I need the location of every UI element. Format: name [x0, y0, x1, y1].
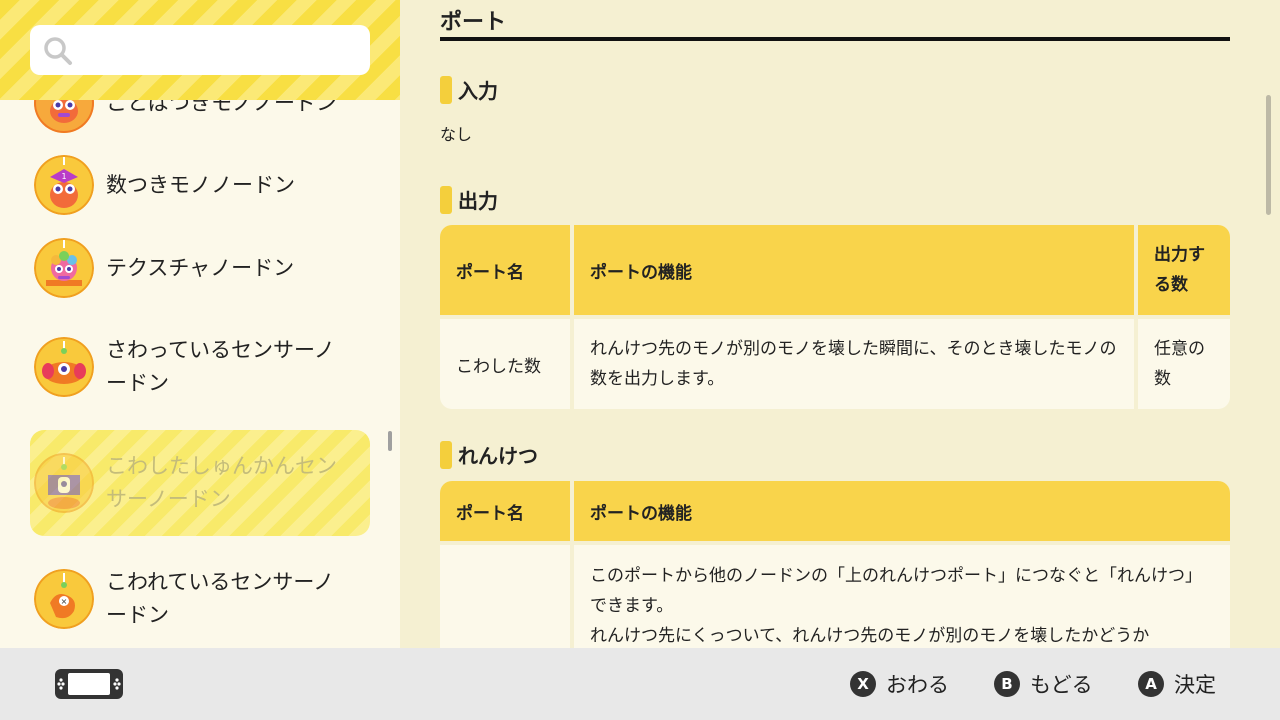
- link-heading: れんけつ: [440, 440, 538, 469]
- title-divider: [440, 37, 1230, 41]
- heading-marker: [440, 440, 452, 469]
- input-value: なし: [440, 125, 473, 144]
- port-description: このポートから他のノードンの「上のれんけつポート」につなぐと「れんけつ」できます…: [570, 541, 1230, 648]
- sidebar-header: [0, 0, 400, 100]
- sidebar-item-number-object-nodon[interactable]: 1 数つきモノノードン: [30, 152, 370, 218]
- port-description: れんけつ先のモノが別のモノを壊した瞬間に、そのとき壊したモノの数を出力します。: [570, 315, 1134, 409]
- port-name: こわした数: [440, 315, 570, 409]
- quit-label: おわる: [886, 673, 949, 697]
- link-ports-table: ポート名 ポートの機能 このポートから他のノードンの「上のれんけつポート」につな…: [440, 481, 1230, 648]
- svg-text:×: ×: [61, 597, 68, 606]
- break-instant-sensor-nodon-icon: [34, 453, 94, 513]
- console-handheld-icon: [55, 669, 123, 699]
- port-name: [440, 541, 570, 648]
- svg-text:1: 1: [61, 172, 66, 181]
- sidebar-scrollbar[interactable]: [388, 431, 392, 451]
- input-heading-text: 入力: [458, 79, 498, 103]
- content-scrollbar[interactable]: [1266, 95, 1271, 215]
- sidebar-item-touching-sensor-nodon[interactable]: さわっているセンサーノードン: [30, 334, 370, 400]
- sidebar-item-texture-nodon[interactable]: テクスチャノードン: [30, 235, 370, 301]
- search-icon: [44, 37, 72, 65]
- back-label: もどる: [1030, 673, 1093, 697]
- texture-nodon-icon: [34, 238, 94, 298]
- broken-sensor-nodon-icon: ×: [34, 569, 94, 629]
- column-header: ポート名: [440, 225, 570, 315]
- search-input[interactable]: [30, 25, 370, 75]
- table-row: このポートから他のノードンの「上のれんけつポート」につなぐと「れんけつ」できます…: [440, 541, 1230, 648]
- number-object-nodon-icon: 1: [34, 155, 94, 215]
- confirm-label: 決定: [1174, 673, 1216, 697]
- port-description-line: れんけつ先にくっついて、れんけつ先のモノが別のモノを壊したかどうか: [590, 626, 1150, 646]
- app-root: ことばつきモノノードン 1 数つきモノノードン テクスチャノードン さわっている…: [0, 0, 1280, 720]
- heading-marker: [440, 185, 452, 214]
- sidebar: ことばつきモノノードン 1 数つきモノノードン テクスチャノードン さわっている…: [0, 0, 400, 648]
- confirm-button[interactable]: A 決定: [1138, 666, 1216, 702]
- a-button-icon: A: [1138, 671, 1164, 697]
- output-ports-table: ポート名 ポートの機能 出力する数 こわした数 れんけつ先のモノが別のモノを壊し…: [440, 225, 1230, 409]
- column-header: ポートの機能: [570, 225, 1134, 315]
- input-heading: 入力: [440, 75, 498, 104]
- sidebar-item-label: テクスチャノードン: [106, 255, 295, 280]
- footer-bar: X おわる B もどる A 決定: [0, 648, 1280, 720]
- sidebar-item-label: 数つきモノノードン: [106, 172, 295, 197]
- output-heading: 出力: [440, 185, 498, 214]
- table-header-row: ポート名 ポートの機能: [440, 481, 1230, 541]
- column-header: ポート名: [440, 481, 570, 541]
- touching-sensor-nodon-icon: [34, 337, 94, 397]
- port-output-count: 任意の数: [1134, 315, 1230, 409]
- page-title: ポート: [440, 10, 507, 35]
- sidebar-item-label: こわしたしゅんかんセンサーノードン: [106, 454, 337, 511]
- sidebar-item-label: さわっているセンサーノードン: [106, 338, 335, 395]
- table-row: こわした数 れんけつ先のモノが別のモノを壊した瞬間に、そのとき壊したモノの数を出…: [440, 315, 1230, 409]
- sidebar-item-label: こわれているセンサーノードン: [106, 570, 335, 627]
- b-button-icon: B: [994, 671, 1020, 697]
- back-button[interactable]: B もどる: [994, 666, 1093, 702]
- quit-button[interactable]: X おわる: [850, 666, 949, 702]
- main-content: ポート 入力 なし 出力 ポート名 ポートの機能 出力する数 こわした数 れんけ…: [400, 0, 1280, 648]
- x-button-icon: X: [850, 671, 876, 697]
- port-description-line: このポートから他のノードンの「上のれんけつポート」につなぐと「れんけつ」できます…: [590, 566, 1202, 616]
- link-heading-text: れんけつ: [458, 444, 538, 468]
- column-header: 出力する数: [1134, 225, 1230, 315]
- heading-marker: [440, 75, 452, 104]
- sidebar-item-broken-sensor-nodon[interactable]: × こわれているセンサーノードン: [30, 566, 370, 632]
- table-header-row: ポート名 ポートの機能 出力する数: [440, 225, 1230, 315]
- column-header: ポートの機能: [570, 481, 1230, 541]
- sidebar-item-break-instant-sensor-nodon[interactable]: こわしたしゅんかんセンサーノードン: [30, 430, 370, 536]
- output-heading-text: 出力: [458, 189, 498, 213]
